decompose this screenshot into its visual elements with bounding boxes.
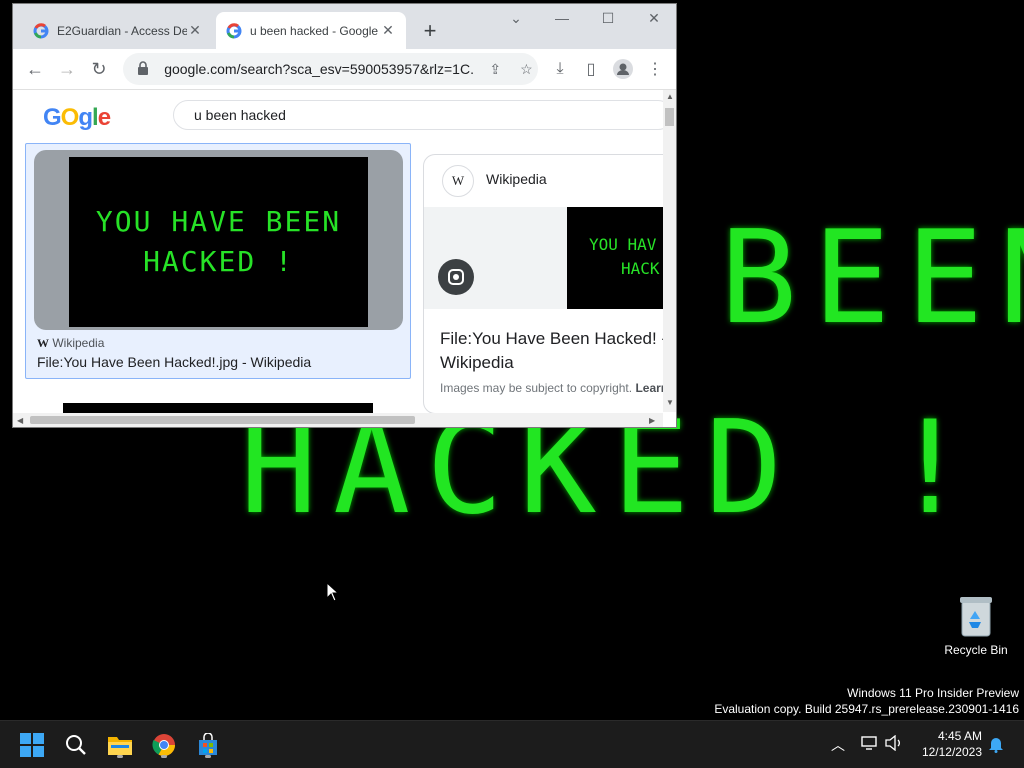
thumbnail-text-line2: HACKED ! (143, 245, 294, 278)
bookmark-star-icon[interactable]: ☆ (515, 61, 538, 78)
chrome-icon[interactable] (148, 729, 180, 761)
search-input[interactable]: u been hacked (173, 100, 663, 130)
running-indicator (161, 755, 167, 758)
vertical-scroll-thumb[interactable] (665, 108, 674, 126)
search-icon[interactable] (60, 729, 92, 761)
menu-kebab-icon[interactable]: ⋮ (639, 53, 671, 85)
watermark-edition: Windows 11 Pro Insider Preview (847, 686, 1019, 700)
volume-icon[interactable] (884, 734, 904, 754)
start-icon[interactable] (16, 729, 48, 761)
wikipedia-w-icon: W (37, 336, 49, 350)
file-explorer-icon[interactable] (104, 729, 136, 761)
google-lens-icon[interactable] (438, 259, 474, 295)
recycle-bin[interactable]: Recycle Bin (940, 595, 1012, 657)
vertical-scrollbar[interactable]: ▲ ▼ (663, 90, 676, 412)
result-source-name: Wikipedia (52, 336, 105, 350)
wallpaper-text-been: BEEN (720, 204, 1024, 353)
learn-more-link[interactable]: Learn (635, 381, 663, 395)
running-indicator (205, 755, 211, 758)
side-panel-icon[interactable]: ▯ (575, 53, 607, 85)
preview-text-line2: HACK (621, 259, 660, 278)
network-icon[interactable] (860, 735, 878, 754)
share-icon[interactable]: ⇪ (484, 61, 507, 78)
running-indicator (117, 755, 123, 758)
tab-search-chevron-icon[interactable]: ⌄ (501, 10, 531, 27)
minimize-button[interactable]: — (547, 10, 577, 26)
result-source[interactable]: W Wikipedia (37, 336, 104, 351)
close-tab-icon[interactable]: ✕ (187, 22, 203, 39)
wikipedia-badge-icon: W (442, 165, 474, 197)
preview-source[interactable]: Wikipedia (486, 171, 547, 187)
close-tab-icon[interactable]: ✕ (380, 22, 396, 39)
tab-strip: E2Guardian - Access De ✕ u been hacked -… (13, 4, 676, 49)
google-favicon-icon (33, 22, 49, 38)
result-title[interactable]: File:You Have Been Hacked!.jpg - Wikiped… (37, 354, 311, 370)
watermark-build: Evaluation copy. Build 25947.rs_prerelea… (714, 702, 1019, 716)
url-text: google.com/search?sca_esv=590053957&rlz=… (164, 61, 474, 77)
mouse-cursor-icon (326, 582, 340, 602)
thumbnail-text-line1: YOU HAVE BEEN (95, 205, 342, 238)
clock-date: 12/12/2023 (921, 745, 982, 759)
maximize-button[interactable]: ☐ (593, 10, 623, 27)
chrome-window: E2Guardian - Access De ✕ u been hacked -… (12, 3, 677, 428)
notification-bell-icon[interactable] (988, 735, 1004, 756)
preview-text-line1: YOU HAV (589, 235, 657, 254)
scroll-left-icon[interactable]: ◀ (17, 416, 23, 425)
clock-time: 4:45 AM (937, 729, 982, 743)
tab-google-search[interactable]: u been hacked - Google ✕ (216, 12, 406, 49)
recycle-bin-icon (959, 595, 993, 637)
new-tab-button[interactable]: + (418, 18, 442, 44)
tab-e2guardian[interactable]: E2Guardian - Access De ✕ (23, 12, 213, 49)
recycle-bin-label: Recycle Bin (944, 643, 1008, 657)
preview-image[interactable]: YOU HAV HACK (567, 207, 663, 309)
google-favicon-icon (226, 22, 242, 38)
scroll-down-icon[interactable]: ▼ (666, 398, 674, 407)
result-thumbnail[interactable]: YOU HAVE BEEN HACKED ! (69, 157, 368, 327)
forward-icon[interactable]: → (51, 53, 83, 85)
scroll-up-icon[interactable]: ▲ (666, 92, 674, 101)
chevron-up-icon[interactable]: ︿ (831, 735, 845, 755)
image-preview-panel: W Wikipedia YOU HAV HACK File:You Have B… (423, 154, 663, 414)
google-logo[interactable]: GOgle (43, 104, 111, 132)
address-bar[interactable]: google.com/search?sca_esv=590053957&rlz=… (123, 53, 538, 85)
system-clock[interactable]: 4:45 AM 12/12/2023 (922, 728, 982, 760)
horizontal-scroll-thumb[interactable] (30, 416, 415, 424)
store-icon[interactable] (192, 729, 224, 761)
scroll-right-icon[interactable]: ▶ (649, 416, 655, 425)
horizontal-scrollbar[interactable]: ◀ ▶ (13, 413, 663, 427)
copyright-notice: Images may be subject to copyright. Lear… (440, 381, 663, 395)
lock-icon[interactable] (131, 60, 154, 78)
search-results-page: GOgle u been hacked YOU HAVE BEEN HACKED… (13, 90, 663, 416)
reload-icon[interactable]: ↻ (83, 53, 115, 85)
windows-watermark: Windows 11 Pro Insider Preview Evaluatio… (714, 685, 1019, 717)
tab-title: u been hacked - Google (250, 23, 379, 38)
close-window-button[interactable]: ✕ (639, 10, 669, 27)
copyright-text: Images may be subject to copyright. (440, 381, 633, 395)
taskbar: ︿ 4:45 AM 12/12/2023 (0, 720, 1024, 768)
tab-title: E2Guardian - Access De (57, 23, 187, 38)
download-icon[interactable]: ⤓ (544, 53, 576, 85)
preview-title[interactable]: File:You Have Been Hacked! - Wikipedia (440, 327, 663, 375)
profile-avatar-icon[interactable] (607, 53, 639, 85)
selected-image-result[interactable]: YOU HAVE BEEN HACKED ! W Wikipedia File:… (25, 143, 411, 379)
back-icon[interactable]: ← (19, 53, 51, 85)
browser-toolbar: ← → ↻ google.com/search?sca_esv=59005395… (13, 49, 676, 90)
